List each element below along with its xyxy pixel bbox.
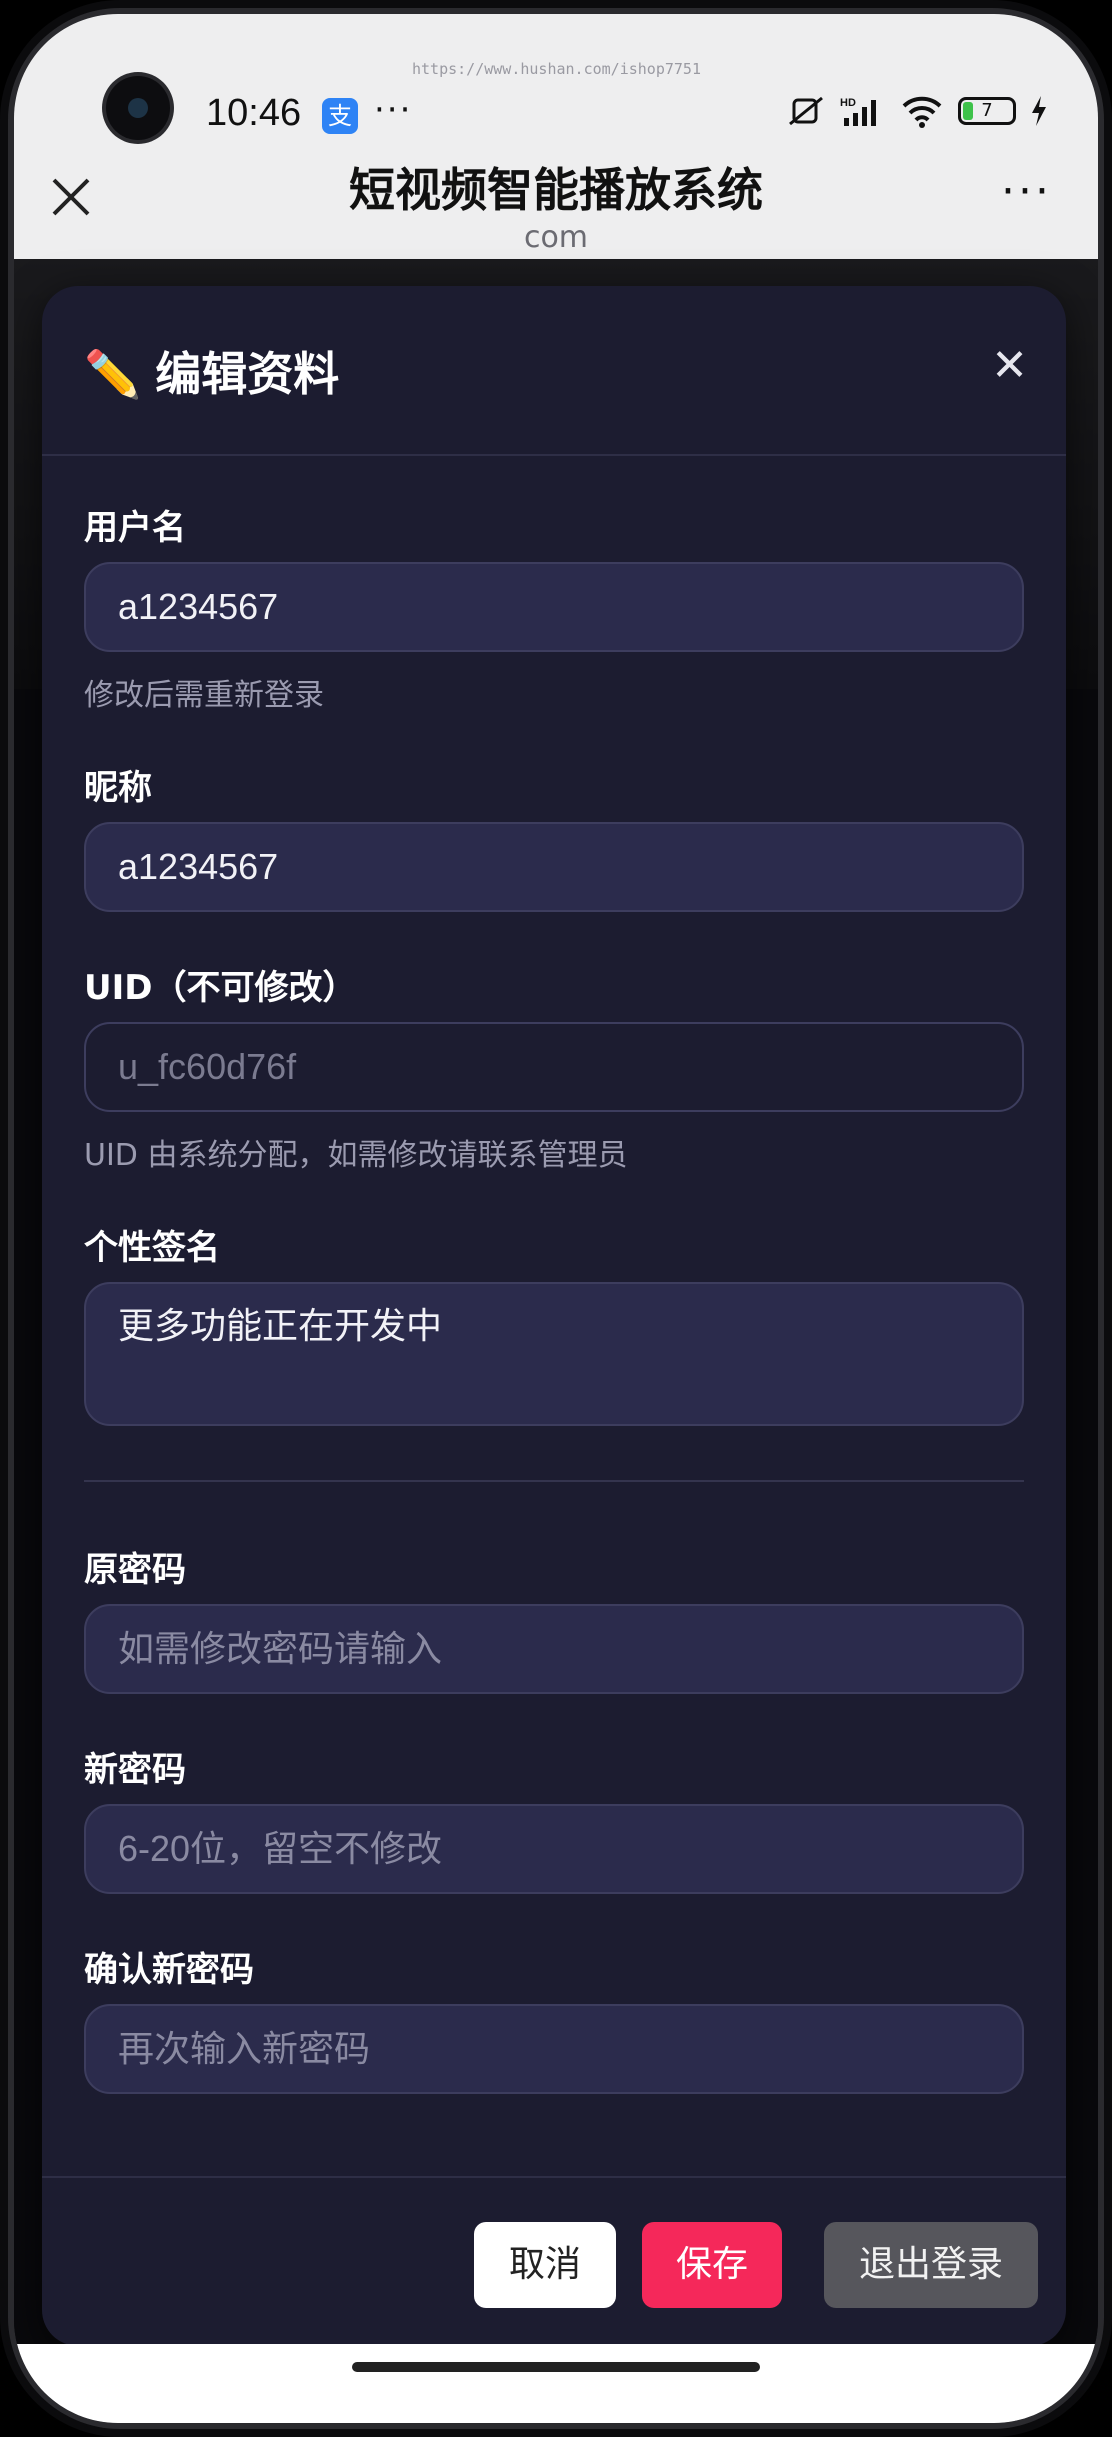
username-hint: 修改后需重新登录 [84,678,324,713]
new-password-label: 新密码 [84,1750,186,1790]
logout-button[interactable]: 退出登录 [824,2222,1038,2308]
browser-header: 10:46 支 ··· https://www.hushan.com/ishop… [14,14,1098,259]
phone-frame: 10:46 支 ··· https://www.hushan.com/ishop… [0,0,1112,2437]
username-input[interactable]: a1234567 [84,562,1024,652]
home-indicator[interactable] [352,2362,760,2372]
pencil-icon: ✏️ [84,347,142,401]
old-password-label: 原密码 [84,1550,186,1590]
more-notifications-icon: ··· [374,90,413,130]
confirm-password-input[interactable]: 再次输入新密码 [84,2004,1024,2094]
svg-text:HD: HD [840,97,856,109]
modal-header: ✏️ 编辑资料 ✕ [42,286,1066,456]
nickname-input[interactable]: a1234567 [84,822,1024,912]
battery-icon: 7 [958,97,1016,125]
hd-signal-icon: HD [840,97,876,126]
signature-label: 个性签名 [84,1228,220,1268]
uid-label: UID（不可修改） [84,968,357,1008]
modal-title-text: 编辑资料 [155,347,340,401]
charging-icon [1032,96,1046,126]
status-icons: HD 7 [786,94,1048,128]
wifi-icon [902,96,942,128]
nickname-label: 昵称 [84,768,152,808]
front-camera [106,76,170,140]
section-divider [84,1480,1024,1482]
alipay-icon: 支 [322,98,358,134]
system-nav-area [14,2344,1098,2423]
status-time: 10:46 [206,92,302,134]
edit-profile-modal: ✏️ 编辑资料 ✕ 用户名 a1234567 修改后需重新登录 昵称 a12345… [42,286,1066,2346]
uid-hint: UID 由系统分配，如需修改请联系管理员 [84,1138,628,1173]
uid-input: u_fc60d76f [84,1022,1024,1112]
battery-level: 7 [981,100,993,121]
old-password-input[interactable]: 如需修改密码请输入 [84,1604,1024,1694]
watermark-text: https://www.hushan.com/ishop7751 [412,60,701,78]
signature-textarea[interactable]: 更多功能正在开发中 [84,1282,1024,1426]
browser-page-domain: com [523,220,589,255]
modal-title: ✏️ 编辑资料 [84,338,339,404]
username-label: 用户名 [84,508,186,548]
cancel-button[interactable]: 取消 [474,2222,616,2308]
phone-screen: 10:46 支 ··· https://www.hushan.com/ishop… [14,14,1098,2423]
confirm-password-label: 确认新密码 [84,1950,254,1990]
new-password-input[interactable]: 6-20位，留空不修改 [84,1804,1024,1894]
mute-vibrate-icon [789,96,823,126]
modal-close-icon[interactable]: ✕ [991,344,1028,388]
save-button[interactable]: 保存 [642,2222,782,2308]
browser-more-icon[interactable]: ··· [1001,170,1052,214]
browser-page-title: 短视频智能播放系统 [349,163,763,217]
